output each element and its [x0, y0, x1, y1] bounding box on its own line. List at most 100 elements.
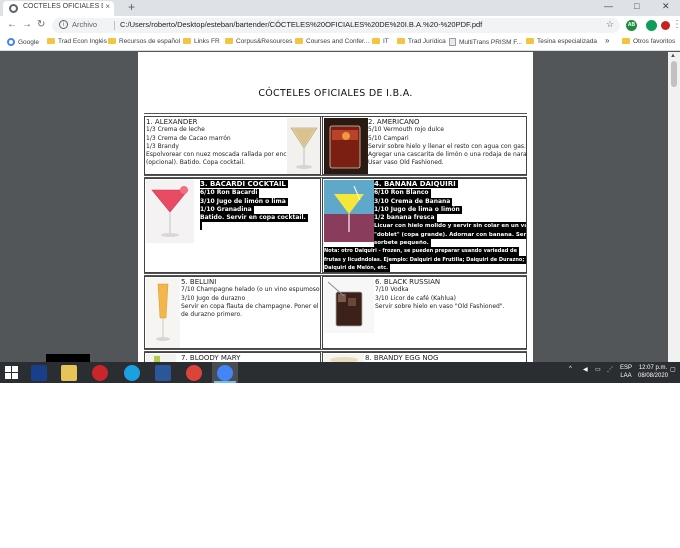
- folder-icon: [397, 38, 405, 44]
- screen: CÓCTELES OFICIALES DE I.B.A. - × + — □ ✕…: [0, 0, 680, 383]
- bookmark-it[interactable]: IT: [372, 38, 389, 45]
- instruction-line: "doblet" (copa grande). Adornar con bana…: [374, 230, 526, 240]
- cocktail-cell-americano: 2. AMERICANO 5/10 Vermouth rojo dulce 5/…: [322, 116, 527, 175]
- brandy-egg-nog-glass-image: [324, 354, 364, 362]
- clock-time: 12:07 p.m.: [638, 365, 668, 371]
- r-app-icon[interactable]: [92, 365, 108, 381]
- instruction-line: (opcional). Batido. Copa cocktail.: [146, 159, 246, 167]
- chrome-active-icon[interactable]: [217, 365, 233, 381]
- clock-date: 08/08/2020: [638, 373, 669, 379]
- americano-glass-image: [324, 118, 368, 174]
- notifications-icon[interactable]: ▢: [670, 366, 676, 373]
- lec-app-icon[interactable]: [31, 365, 47, 381]
- bookmark-recursos[interactable]: Recursos de español: [108, 38, 180, 45]
- bookmark-courses[interactable]: Courses and Confer...: [295, 38, 369, 45]
- ingredient-line: 1/3 Brandy: [146, 142, 179, 150]
- cocktail-cell-banana-daiquiri: 4. BANANA DAIQUIRI 6/10 Ron Blanco 3/10 …: [322, 178, 527, 273]
- minimize-button[interactable]: —: [604, 1, 613, 11]
- cocktail-text: 8. BRANDY EGG NOG: [365, 354, 525, 362]
- bookmark-multitrans[interactable]: MultiTrans PRISM F...: [449, 38, 522, 46]
- cocktail-cell-brandy-egg-nog: 8. BRANDY EGG NOG: [322, 352, 527, 362]
- note-line: frutas y licudndolas. Ejemplo: Daiquiri …: [324, 255, 526, 264]
- address-bar[interactable]: i Archivo C:/Users/roberto/Desktop/esteb…: [52, 18, 620, 33]
- extension-shield-icon[interactable]: [646, 20, 657, 31]
- folder-icon: [372, 38, 380, 44]
- instruction-line: Espolvorear con nuez moscada rallada por…: [146, 151, 298, 159]
- bookmark-trad-econ[interactable]: Trad Econ Inglés: [47, 38, 107, 45]
- bellini-glass-image: [146, 278, 180, 348]
- cocktail-name: 7. BLOODY MARY: [181, 354, 241, 362]
- ingredient-line: 5/10 Vermouth rojo dulce: [368, 126, 444, 134]
- windows-start-icon[interactable]: [5, 366, 18, 379]
- scroll-up-icon[interactable]: ▲: [670, 53, 676, 59]
- network-icon[interactable]: ▭: [595, 366, 601, 373]
- signal-icon[interactable]: ⋰: [607, 366, 613, 373]
- folder-icon: [183, 38, 191, 44]
- extension-ab-icon[interactable]: AB: [626, 20, 637, 31]
- bacardi-glass-image: [146, 180, 194, 243]
- ingredient-line: 1/10 Jugo de lima o limón: [374, 205, 462, 215]
- address-url[interactable]: C:/Users/roberto/Desktop/esteban/bartend…: [120, 20, 482, 29]
- cocktail-name: 4. BANANA DAIQUIRI: [374, 180, 458, 189]
- ingredient-line: 3/10 Crema de Banana: [374, 197, 453, 206]
- word-icon[interactable]: [155, 365, 171, 381]
- address-scheme: Archivo: [72, 20, 98, 29]
- tray-chevron-icon[interactable]: ^: [569, 366, 572, 372]
- file-explorer-icon[interactable]: [61, 365, 77, 381]
- scrollbar-thumb[interactable]: [671, 61, 677, 87]
- ingredient-line: 5/10 Campari: [368, 134, 409, 142]
- note-line: Daiquiri de Melón, etc.: [324, 263, 391, 272]
- bookmark-links-fr[interactable]: Links FR: [183, 38, 220, 45]
- back-button[interactable]: ←: [7, 19, 17, 30]
- cocktail-name: 8. BRANDY EGG NOG: [365, 354, 439, 362]
- bookmark-corpus[interactable]: Corpus&Resources: [225, 38, 292, 45]
- tab-title: CÓCTELES OFICIALES DE I.B.A. -: [23, 3, 103, 10]
- profile-avatar[interactable]: [661, 21, 670, 30]
- bookmark-star-icon[interactable]: ☆: [606, 19, 614, 30]
- maximize-button[interactable]: □: [634, 1, 639, 11]
- note-line: Nota: otro Daiquiri - frozen, se pueden …: [324, 247, 520, 256]
- close-window-button[interactable]: ✕: [662, 1, 670, 12]
- ingredient-line: 3/10 Jugo de durazno: [181, 294, 246, 302]
- cocktail-text: 5. BELLINI 7/10 Champagne helado (o un v…: [181, 278, 321, 319]
- folder-icon: [225, 38, 233, 44]
- ingredient-line: 3/10 Jugo de limón o lima: [200, 197, 288, 206]
- ingredient-line: 1/2 banana fresca: [374, 214, 437, 223]
- browser-toolbar: ← → ↻ i Archivo C:/Users/roberto/Desktop…: [0, 16, 680, 35]
- forward-button[interactable]: →: [22, 19, 32, 30]
- reload-button[interactable]: ↻: [37, 19, 45, 30]
- bookmark-google[interactable]: Google: [7, 38, 39, 46]
- bookmarks-overflow-button[interactable]: »: [605, 36, 609, 45]
- cocktail-name: 5. BELLINI: [181, 278, 217, 286]
- tab-close-icon[interactable]: ×: [105, 2, 110, 11]
- info-icon[interactable]: i: [59, 20, 68, 29]
- internet-explorer-icon[interactable]: [124, 365, 140, 381]
- clock[interactable]: 12:07 p.m. 08/08/2020: [638, 364, 668, 380]
- tab-pdf[interactable]: CÓCTELES OFICIALES DE I.B.A. - ×: [3, 1, 114, 16]
- menu-dots-icon[interactable]: ⋮: [672, 19, 680, 30]
- new-tab-button[interactable]: +: [128, 0, 135, 14]
- instruction-line: Servir sobre hielo y llenar el resto con…: [368, 142, 526, 150]
- folder-icon: [47, 38, 55, 44]
- active-indicator: [214, 381, 236, 383]
- language-indicator[interactable]: ESP LAA: [620, 364, 632, 380]
- cocktail-cell-black-russian: 6. BLACK RUSSIAN 7/10 Vodka 3/10 Licor d…: [322, 276, 527, 349]
- cocktail-text: 3. BACARDI COCKTAIL 6/10 Ron Bacardi 3/1…: [200, 180, 320, 234]
- chrome-icon[interactable]: [186, 365, 202, 381]
- bookmark-trad-juridica[interactable]: Trad Jurídica: [397, 38, 446, 45]
- alexander-glass-image: [287, 118, 320, 174]
- document-title: CÓCTELES OFICIALES DE I.B.A.: [258, 88, 413, 99]
- bookmark-tesina[interactable]: Tesina especializada: [526, 38, 597, 45]
- bookmark-other-favorites[interactable]: Otros favoritos: [622, 38, 675, 45]
- cocktail-name: 6. BLACK RUSSIAN: [375, 278, 441, 286]
- cocktail-cell-alexander: 1. ALEXANDER 1/3 Crema de leche 1/3 Crem…: [144, 116, 321, 175]
- cocktail-name: 2. AMERICANO: [368, 118, 420, 126]
- ingredient-line: 1/10 Granadina: [200, 205, 254, 215]
- instruction-line: Servir en copa flauta de champagne. Pone…: [181, 302, 321, 310]
- cocktail-name: 3. BACARDI COCKTAIL: [200, 180, 288, 189]
- black-russian-glass-image: [324, 278, 374, 333]
- pdf-scrollbar[interactable]: ▲: [668, 52, 680, 362]
- speaker-icon[interactable]: ◀: [583, 366, 588, 373]
- ingredient-line: 3/10 Licor de café (Kahlua): [375, 294, 456, 302]
- cocktail-text: 4. BANANA DAIQUIRI 6/10 Ron Blanco 3/10 …: [324, 180, 526, 272]
